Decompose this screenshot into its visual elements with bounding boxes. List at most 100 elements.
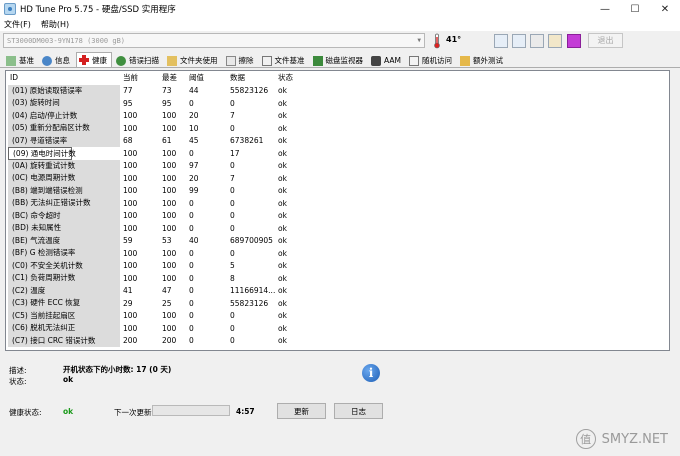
header-worst[interactable]: 最差	[162, 71, 177, 84]
description-value: 开机状态下的小时数: 17 (0 天)	[63, 365, 172, 374]
tab-health[interactable]: 健康	[76, 52, 112, 67]
table-row[interactable]: (03) 旋转时间 95 95 0 0 ok	[6, 97, 306, 110]
camera-icon[interactable]	[530, 34, 544, 48]
tab-extra-tests[interactable]: 额外测试	[458, 54, 507, 67]
cell-attribute: (C0) 不安全关机计数	[8, 259, 120, 272]
exit-button[interactable]: 退出	[588, 33, 623, 48]
cell-current: 68	[123, 136, 133, 146]
cell-current: 100	[123, 186, 138, 196]
download-icon[interactable]	[567, 34, 581, 48]
cell-data: 0	[230, 223, 235, 233]
header-data[interactable]: 数据	[230, 71, 245, 84]
file-benchmark-icon	[261, 55, 272, 66]
cell-status: ok	[278, 198, 287, 208]
tab-aam[interactable]: AAM	[369, 54, 405, 67]
cell-data: 0	[230, 198, 235, 208]
tab-file-benchmark[interactable]: 文件基准	[260, 54, 309, 67]
table-row[interactable]: (BC) 命令超时 100 100 0 0 ok	[6, 209, 306, 222]
cell-threshold: 0	[189, 211, 194, 221]
cell-threshold: 99	[189, 186, 199, 196]
header-status[interactable]: 状态	[278, 71, 293, 84]
cell-data: 0	[230, 336, 235, 346]
table-row[interactable]: (BD) 未知属性 100 100 0 0 ok	[6, 222, 306, 235]
header-current[interactable]: 当前	[123, 71, 138, 84]
cell-threshold: 10	[189, 123, 199, 133]
copy-all-icon[interactable]	[512, 34, 526, 48]
cell-worst: 100	[162, 323, 177, 333]
maximize-button[interactable]: ☐	[620, 0, 650, 18]
cell-current: 100	[123, 198, 138, 208]
cell-status: ok	[278, 323, 287, 333]
next-update-label: 下一次更新:	[114, 408, 155, 417]
watermark-text: SMYZ.NET	[601, 431, 668, 447]
drive-select[interactable]: ST3000DM003-9YN178 (3000 gB) ▼	[3, 33, 425, 48]
tab-folder-usage[interactable]: 文件夹使用	[165, 54, 222, 67]
table-row[interactable]: (C3) 硬件 ECC 恢复 29 25 0 55823126 ok	[6, 297, 306, 310]
cell-current: 100	[123, 223, 138, 233]
cell-worst: 100	[162, 273, 177, 283]
table-row[interactable]: (C2) 温度 41 47 0 11166914... ok	[6, 284, 306, 297]
cell-attribute: (0A) 旋转重试计数	[8, 159, 120, 172]
table-row[interactable]: (C0) 不安全关机计数 100 100 0 5 ok	[6, 259, 306, 272]
menu-file[interactable]: 文件(F)	[4, 19, 31, 30]
thermometer-icon	[434, 33, 440, 49]
tab-disk-monitor[interactable]: 磁盘监视器	[311, 54, 368, 67]
tab-random-access[interactable]: 随机访问	[407, 54, 456, 67]
cell-data: 0	[230, 98, 235, 108]
cell-threshold: 0	[189, 273, 194, 283]
log-button[interactable]: 日志	[334, 403, 383, 419]
cell-worst: 200	[162, 336, 177, 346]
health-panel: ID 当前 最差 阈值 数据 状态 (01) 原始读取错误率 77 73 44 5582…	[0, 68, 680, 456]
erase-icon	[225, 55, 236, 66]
header-threshold[interactable]: 阈值	[189, 71, 204, 84]
tab-erase[interactable]: 擦除	[224, 54, 258, 67]
window-controls: — ☐ ✕	[590, 0, 680, 18]
cell-data: 17	[230, 148, 240, 158]
cell-worst: 100	[162, 161, 177, 171]
cell-worst: 100	[162, 123, 177, 133]
table-row[interactable]: (0A) 旋转重试计数 100 100 97 0 ok	[6, 159, 306, 172]
minimize-button[interactable]: —	[590, 0, 620, 18]
folder-icon	[167, 55, 177, 66]
cell-current: 41	[123, 286, 133, 296]
table-row[interactable]: (C7) 接口 CRC 错误计数 200 200 0 0 ok	[6, 334, 306, 347]
info-icon: i	[362, 364, 380, 382]
tab-info[interactable]: 信息	[40, 54, 74, 67]
table-row[interactable]: (07) 寻道错误率 68 61 45 6738261 ok	[6, 134, 306, 147]
refresh-button[interactable]: 更新	[277, 403, 326, 419]
table-row[interactable]: (0C) 电源周期计数 100 100 20 7 ok	[6, 172, 306, 185]
tab-benchmark[interactable]: 基准	[4, 54, 38, 67]
close-button[interactable]: ✕	[650, 0, 680, 18]
cell-worst: 100	[162, 311, 177, 321]
cell-current: 100	[123, 123, 138, 133]
table-row[interactable]: (C6) 脱机无法纠正 100 100 0 0 ok	[6, 322, 306, 335]
tab-error-scan[interactable]: 错误扫描	[114, 54, 163, 67]
table-header: ID 当前 最差 阈值 数据 状态	[6, 71, 669, 84]
table-row[interactable]: (B8) 端到端错误检测 100 100 99 0 ok	[6, 184, 306, 197]
table-row[interactable]: (BB) 无法纠正错误计数 100 100 0 0 ok	[6, 197, 306, 210]
table-row[interactable]: (05) 重新分配扇区计数 100 100 10 0 ok	[6, 122, 306, 135]
cell-data: 5	[230, 261, 235, 271]
table-row[interactable]: (BF) G 检测错误率 100 100 0 0 ok	[6, 247, 306, 260]
table-row[interactable]: (C1) 负荷周期计数 100 100 0 8 ok	[6, 272, 306, 285]
window-title: HD Tune Pro 5.75 - 硬盘/SSD 实用程序	[20, 5, 176, 15]
cell-attribute: (BC) 命令超时	[8, 209, 120, 222]
cell-current: 100	[123, 273, 138, 283]
options-icon[interactable]	[548, 34, 562, 48]
table-row[interactable]: (01) 原始读取错误率 77 73 44 55823126 ok	[6, 84, 306, 97]
cell-status: ok	[278, 273, 287, 283]
error-scan-icon	[116, 55, 126, 66]
smart-table[interactable]: ID 当前 最差 阈值 数据 状态 (01) 原始读取错误率 77 73 44 5582…	[5, 70, 670, 351]
table-row[interactable]: (04) 启动/停止计数 100 100 20 7 ok	[6, 109, 306, 122]
cell-attribute: (C2) 温度	[8, 284, 120, 297]
health-icon	[79, 55, 89, 65]
table-row[interactable]: (09) 通电时间计数 100 100 0 17 ok	[6, 147, 306, 160]
cell-status: ok	[278, 161, 287, 171]
menu-help[interactable]: 帮助(H)	[41, 19, 69, 30]
cell-threshold: 44	[189, 86, 199, 96]
table-row[interactable]: (C5) 当前挂起扇区 100 100 0 0 ok	[6, 309, 306, 322]
copy-icon[interactable]	[494, 34, 508, 48]
cell-worst: 47	[162, 286, 172, 296]
header-id[interactable]: ID	[10, 71, 18, 84]
table-row[interactable]: (BE) 气流温度 59 53 40 689700905 ok	[6, 234, 306, 247]
